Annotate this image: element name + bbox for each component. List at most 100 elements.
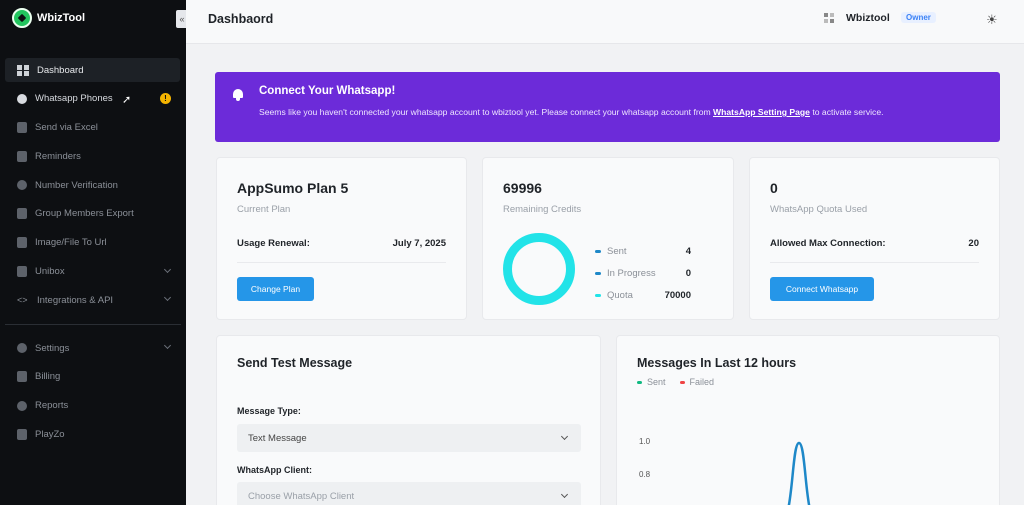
legend-value: 70000	[664, 289, 691, 301]
divider	[237, 262, 446, 263]
sidebar-item-label: Integrations & API	[37, 294, 114, 306]
workspace-icon[interactable]	[824, 13, 835, 24]
sidebar-item-label: Unibox	[35, 266, 65, 278]
verify-icon	[17, 180, 27, 191]
remaining-credits-value: 69996	[503, 180, 542, 196]
sidebar-item-label: Image/File To Url	[35, 237, 107, 249]
sidebar-item-integrations-api[interactable]: <> Integrations & API	[5, 288, 180, 312]
quota-used-label: WhatsApp Quota Used	[770, 204, 868, 215]
image-icon	[17, 237, 27, 249]
sidebar-item-label: PlayZo	[35, 428, 65, 440]
legend-label: Quota	[607, 289, 633, 301]
series-line-sent	[787, 441, 811, 505]
max-connection-row: Allowed Max Connection: 20	[770, 238, 979, 249]
sidebar-item-reports[interactable]: Reports	[5, 394, 180, 418]
legend-quota: Quota 70000	[595, 284, 691, 306]
legend-label: Sent	[607, 245, 627, 257]
sidebar-item-label: Billing	[35, 371, 61, 383]
plan-card: AppSumo Plan 5 Current Plan Usage Renewa…	[216, 157, 467, 320]
max-connection-label: Allowed Max Connection:	[770, 238, 886, 249]
chevron-down-icon	[163, 265, 172, 273]
inbox-icon	[17, 266, 27, 278]
brand[interactable]: WbizTool	[12, 8, 85, 28]
sidebar-item-settings[interactable]: Settings	[5, 336, 180, 360]
chevron-down-icon	[163, 341, 172, 350]
sidebar-secondary-nav: Settings Billing Reports PlayZo	[5, 336, 180, 451]
connect-whatsapp-banner: Connect Your Whatsapp! Seems like you ha…	[215, 72, 1000, 142]
whatsapp-client-select[interactable]: Choose WhatsApp Client	[237, 482, 581, 505]
pointer-cursor-icon: ➚	[122, 93, 132, 106]
sidebar-item-reminders[interactable]: Reminders	[5, 144, 180, 168]
send-test-message-card: Send Test Message Message Type: Text Mes…	[216, 335, 601, 505]
sidebar-item-label: Group Members Export	[35, 208, 134, 220]
remaining-credits-label: Remaining Credits	[503, 204, 582, 215]
change-plan-button[interactable]: Change Plan	[237, 277, 314, 301]
legend-value: 0	[685, 267, 691, 279]
messages-chart-card: Messages In Last 12 hours Sent Failed 1.…	[616, 335, 1000, 505]
whatsapp-setting-link[interactable]: WhatsApp Setting Page	[713, 107, 810, 117]
sidebar: WbizTool Dashboard Whatsapp Phones ➚ ! S…	[0, 0, 186, 505]
legend-value: 4	[685, 245, 691, 257]
topbar: Dashbaord Wbiztool Owner ☀	[186, 0, 1024, 44]
dashboard-icon	[17, 64, 29, 76]
page-title: Dashbaord	[208, 12, 274, 26]
legend-in-progress: In Progress 0	[595, 262, 691, 284]
sidebar-item-label: Dashboard	[37, 64, 84, 76]
sidebar-main-nav: Dashboard Whatsapp Phones ➚ ! Send via E…	[5, 58, 180, 317]
sidebar-item-playzo[interactable]: PlayZo	[5, 422, 180, 446]
theme-toggle-icon[interactable]: ☀	[986, 12, 998, 28]
banner-message: Seems like you haven't connected your wh…	[259, 105, 979, 119]
reminder-icon	[17, 150, 27, 162]
select-placeholder: Choose WhatsApp Client	[248, 490, 355, 502]
plan-subtitle: Current Plan	[237, 204, 291, 215]
playzo-icon	[17, 428, 27, 440]
select-value: Text Message	[248, 432, 307, 444]
gear-icon	[17, 343, 27, 353]
renewal-label: Usage Renewal:	[237, 238, 310, 249]
sidebar-item-send-via-excel[interactable]: Send via Excel	[5, 116, 180, 140]
messages-line-chart	[787, 441, 811, 505]
max-connection-value: 20	[968, 238, 979, 249]
sidebar-item-group-members-export[interactable]: Group Members Export	[5, 202, 180, 226]
message-type-label: Message Type:	[237, 406, 301, 416]
credits-legend: Sent 4 In Progress 0 Quota 70000	[595, 240, 691, 306]
plan-name: AppSumo Plan 5	[237, 180, 349, 196]
sidebar-item-unibox[interactable]: Unibox	[5, 260, 180, 284]
whatsapp-client-label: WhatsApp Client:	[237, 465, 312, 475]
quota-used-value: 0	[770, 180, 778, 196]
sidebar-divider	[5, 324, 181, 325]
excel-icon	[17, 122, 27, 134]
billing-icon	[17, 371, 27, 383]
sidebar-item-image-to-url[interactable]: Image/File To Url	[5, 231, 180, 255]
legend-dot	[595, 293, 601, 297]
phone-icon	[17, 93, 27, 104]
banner-text: Seems like you haven't connected your wh…	[259, 107, 714, 117]
legend-dot	[595, 271, 601, 275]
banner-text: to activate service.	[809, 107, 884, 117]
usage-renewal-row: Usage Renewal: July 7, 2025	[237, 238, 446, 249]
export-icon	[17, 208, 27, 220]
sidebar-item-whatsapp-phones[interactable]: Whatsapp Phones ➚ !	[5, 87, 180, 111]
banner-title: Connect Your Whatsapp!	[259, 85, 396, 97]
brand-name: WbizTool	[37, 12, 86, 24]
sidebar-item-label: Number Verification	[35, 179, 118, 191]
legend-label: In Progress	[607, 267, 656, 279]
sidebar-item-label: Send via Excel	[35, 122, 98, 134]
user-name[interactable]: Wbiztool	[846, 12, 890, 24]
sidebar-item-label: Reminders	[35, 150, 81, 162]
sidebar-item-billing[interactable]: Billing	[5, 365, 180, 389]
credits-donut-chart	[503, 233, 575, 305]
chevron-down-icon	[560, 490, 569, 499]
role-badge: Owner	[901, 12, 936, 23]
credits-card: 69996 Remaining Credits Sent 4 In Progre…	[482, 157, 734, 320]
divider	[770, 262, 979, 263]
message-type-select[interactable]: Text Message	[237, 424, 581, 452]
connect-whatsapp-button[interactable]: Connect Whatsapp	[770, 277, 874, 301]
whatsapp-logo-icon	[12, 8, 32, 28]
bell-icon	[232, 87, 244, 101]
renewal-date: July 7, 2025	[392, 238, 446, 249]
sidebar-item-number-verification[interactable]: Number Verification	[5, 173, 180, 197]
code-icon: <>	[17, 294, 28, 305]
quota-card: 0 WhatsApp Quota Used Allowed Max Connec…	[749, 157, 1000, 320]
sidebar-item-dashboard[interactable]: Dashboard	[5, 58, 180, 82]
